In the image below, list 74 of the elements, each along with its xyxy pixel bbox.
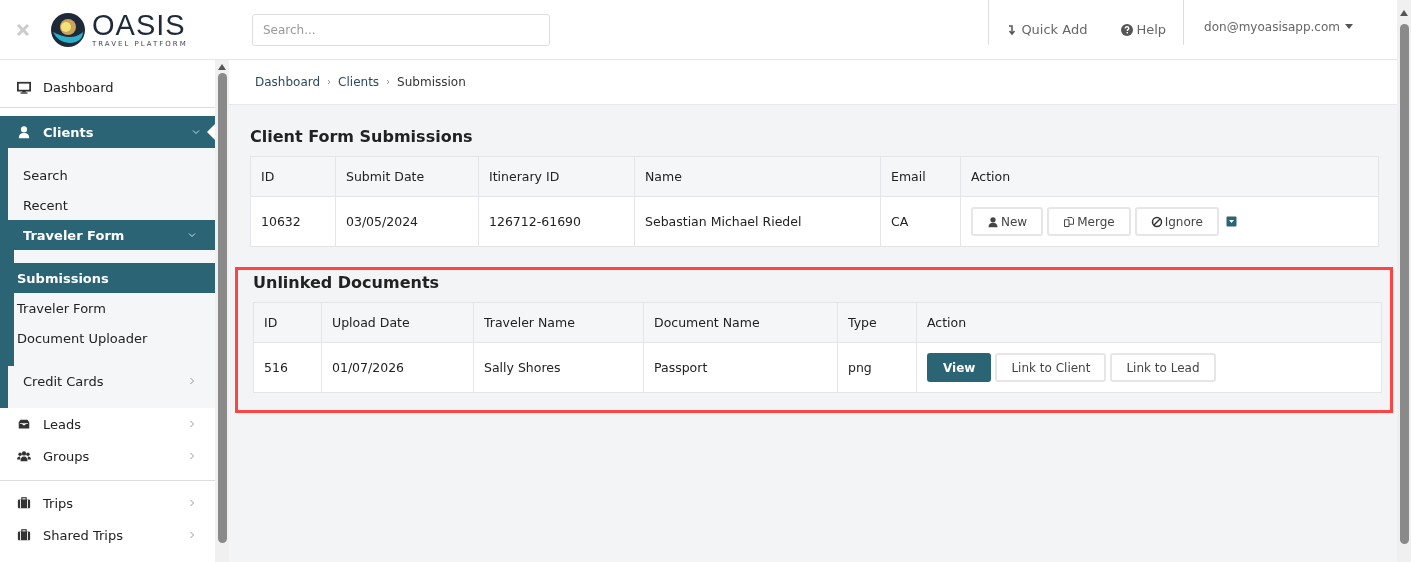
breadcrumb-link[interactable]: Dashboard — [255, 75, 321, 89]
column-header: Email — [880, 156, 961, 197]
column-header: Itinerary ID — [478, 156, 635, 197]
table-cell: Passport — [643, 342, 838, 393]
sidebar-item[interactable]: Leads — [0, 408, 215, 440]
help-link[interactable]: Help — [1104, 19, 1184, 40]
sidebar-item[interactable]: Search — [8, 160, 215, 190]
column-header: Action — [960, 156, 1379, 197]
monitor-icon — [17, 80, 31, 95]
breadcrumb-link[interactable]: Clients — [338, 75, 380, 89]
user-menu[interactable]: don@myoasisapp.com — [1184, 19, 1397, 34]
table-cell: 01/07/2026 — [321, 342, 474, 393]
caret-icon — [1345, 24, 1353, 29]
sidebar-item[interactable]: Trips — [0, 487, 215, 519]
section-title: Unlinked Documents — [253, 273, 441, 292]
table-cell: Sebastian Michael Riedel — [634, 196, 881, 247]
briefcase-icon — [17, 528, 31, 542]
column-header: Name — [634, 156, 881, 197]
sidebar-item[interactable]: Traveler Form — [8, 220, 215, 250]
column-header: Type — [837, 302, 917, 343]
action-button[interactable]: Link to Lead — [1110, 353, 1216, 382]
dropdown-icon[interactable] — [1225, 216, 1237, 227]
chevron-down-icon — [187, 230, 197, 240]
column-header: Upload Date — [321, 302, 474, 343]
table-cell: png — [837, 342, 917, 393]
table-cell: 10632 — [250, 196, 336, 247]
sidebar-item[interactable]: Clients — [0, 116, 215, 148]
column-header: Action — [916, 302, 1382, 343]
table-cell: CA — [880, 196, 961, 247]
scrollbar-thumb[interactable] — [1399, 24, 1409, 544]
users-icon — [17, 449, 31, 463]
sidebar-item[interactable]: Shared Trips — [0, 519, 215, 551]
chevron-right-icon — [187, 419, 197, 429]
sidebar-item[interactable]: Submissions — [14, 263, 215, 293]
search-field[interactable]: Search... — [252, 13, 550, 46]
inbox-icon — [17, 417, 31, 431]
logo-title: OASIS — [92, 10, 186, 40]
chevron-right-icon — [187, 498, 197, 508]
copy-icon — [1063, 215, 1076, 228]
chevron-down-icon — [191, 127, 201, 137]
column-header: Document Name — [643, 302, 838, 343]
sidebar-item[interactable]: Groups — [0, 440, 215, 472]
section-title: Client Form Submissions — [250, 127, 474, 146]
table-cell: 03/05/2024 — [335, 196, 479, 247]
ban-icon — [1150, 215, 1163, 228]
column-header: Traveler Name — [473, 302, 644, 343]
column-header: ID — [253, 302, 322, 343]
user-icon — [17, 125, 31, 139]
sidebar-item[interactable]: Traveler Form — [14, 293, 215, 323]
help-icon — [1121, 23, 1134, 36]
quick-add-link[interactable]: Quick Add — [989, 19, 1105, 40]
column-header: Submit Date — [335, 156, 479, 197]
action-button[interactable]: Merge — [1047, 207, 1131, 236]
column-header: ID — [250, 156, 336, 197]
briefcase-icon — [17, 496, 31, 510]
scrollbar-thumb[interactable] — [217, 73, 227, 543]
chevron-right-icon — [187, 451, 197, 461]
close-icon[interactable] — [16, 22, 30, 37]
sidebar-item[interactable]: Credit Cards — [8, 366, 215, 396]
chevron-right-icon — [326, 79, 333, 85]
chevron-right-icon — [385, 79, 392, 85]
logo-icon — [50, 11, 86, 48]
table-cell: 126712-61690 — [478, 196, 635, 247]
chevron-right-icon — [187, 530, 197, 540]
action-button[interactable]: New — [971, 207, 1044, 236]
user-icon — [987, 215, 999, 228]
table-cell: 516 — [253, 342, 322, 393]
sidebar-item[interactable]: Recent — [8, 190, 215, 220]
action-button[interactable]: View — [927, 353, 992, 382]
action-button[interactable]: Ignore — [1134, 207, 1219, 236]
chevron-right-icon — [187, 376, 197, 386]
action-button[interactable]: Link to Client — [995, 353, 1107, 382]
sidebar-item[interactable]: Document Uploader — [14, 323, 215, 353]
table-cell: Sally Shores — [473, 342, 644, 393]
